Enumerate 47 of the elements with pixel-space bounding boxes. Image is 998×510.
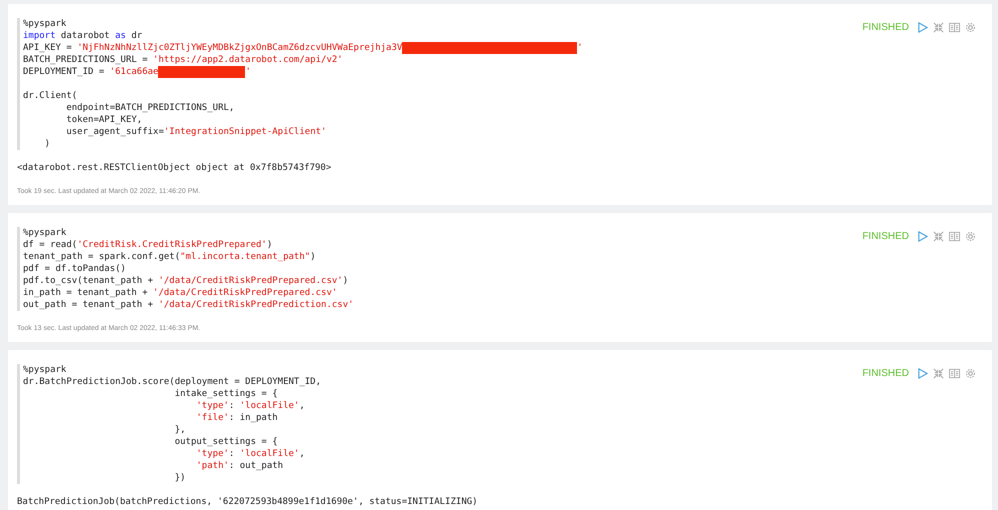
code-line: ' (577, 42, 583, 54)
book-icon[interactable] (949, 368, 960, 379)
code-line: in_path = tenant_path + '/data/CreditRiskPredPrepared.csv' (23, 287, 338, 299)
code-line: pdf = df.toPandas() (23, 263, 126, 275)
code-line: tenant_path = spark.conf.get("ml.incorta.tenant_path") (23, 251, 316, 263)
code-line: API_KEY = 'NjFhNzNhNzllZjc0ZTljYWEyMDBkZjgxOnBCamZ6dzcvUHVWaEprejhja3V (23, 42, 402, 54)
code-line: ) (44, 138, 50, 150)
collapse-icon[interactable] (933, 368, 944, 379)
book-icon[interactable] (949, 231, 960, 242)
code-line: 'path': out_path (195, 460, 284, 472)
output-text: BatchPredictionJob(batchPredictions, '622072593b4899e1f1d1690e', status=INITIALIZING) (17, 496, 479, 508)
code-line: df = read('CreditRisk.CreditRiskPredPrepared') (23, 239, 272, 251)
settings-icon[interactable] (965, 368, 976, 379)
code-line: endpoint=BATCH_PREDICTIONS_URL, (65, 102, 234, 114)
collapse-icon[interactable] (933, 22, 944, 33)
code-line: %pyspark (23, 364, 66, 376)
code-line: pdf.to_csv(tenant_path + '/data/CreditRiskPredPrepared.csv') (23, 275, 348, 287)
settings-icon[interactable] (965, 22, 976, 33)
code-line: intake_settings = { (174, 388, 278, 400)
book-icon[interactable] (949, 22, 960, 33)
status-label: FINISHED (862, 231, 909, 242)
run-icon[interactable] (917, 231, 928, 242)
code-line: BATCH_PREDICTIONS_URL = 'https://app2.datarobot.com/api/v2' (23, 54, 343, 66)
code-line: output_settings = { (174, 436, 278, 448)
code-line: out_path = tenant_path + '/data/CreditRiskPredPrediction.csv' (23, 299, 354, 311)
output-text: <datarobot.rest.RESTClientObject object at 0x7f8b5743f790> (17, 162, 332, 174)
code-line: %pyspark (23, 18, 66, 30)
code-line: 'file': in_path (195, 412, 278, 424)
code-line: DEPLOYMENT_ID = '61ca66ae (23, 66, 158, 78)
code-line: token=API_KEY, (65, 114, 142, 126)
code-line: user_agent_suffix='IntegrationSnippet-ApiClient' (65, 126, 326, 138)
code-editor[interactable]: %pyspark dr.BatchPredictionJob.score(deployment = DEPLOYMENT_ID, intake_settings = { 'type': 'localFile', 'file': in_path }, output_settings = { 'type': 'localFile', 'path': out_path }) (17, 364, 862, 484)
code-line: dr.BatchPredictionJob.score(deployment = DEPLOYMENT_ID, (23, 376, 322, 388)
run-icon[interactable] (917, 22, 928, 33)
code-line: 'type': 'localFile', (195, 448, 305, 460)
code-line: }, (174, 424, 186, 436)
code-line: 'type': 'localFile', (195, 400, 305, 412)
collapse-icon[interactable] (933, 231, 944, 242)
status-label: FINISHED (862, 22, 909, 33)
code-line: %pyspark (23, 227, 66, 239)
code-line: ' (245, 66, 251, 78)
status-label: FINISHED (862, 368, 909, 379)
code-line: dr.Client( (23, 90, 78, 102)
code-line: import datarobot as dr (23, 30, 142, 42)
run-icon[interactable] (917, 368, 928, 379)
settings-icon[interactable] (965, 231, 976, 242)
code-line: }) (174, 472, 186, 484)
